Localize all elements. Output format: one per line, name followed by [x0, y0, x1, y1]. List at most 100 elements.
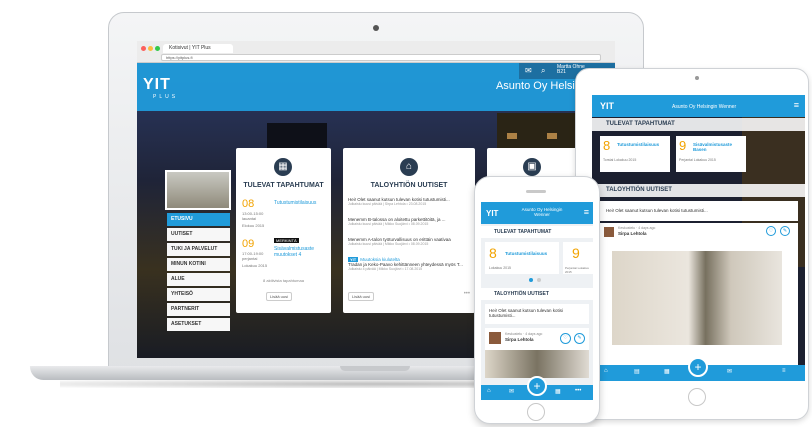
phone-event-card[interactable]: 8 Tutustumistilaisuus Lokakuu 2015 — [485, 242, 559, 274]
phone-title: Asunto Oy Helsingin Wenner — [521, 207, 563, 217]
menu-item-partnerit[interactable]: PARTNERIT — [167, 303, 230, 316]
nav-chat-icon[interactable]: ✉ — [509, 388, 514, 395]
event-title-link[interactable]: Sisävalmistusaste muutokset 4 — [274, 246, 329, 258]
add-news-button[interactable]: Lisää uusi — [348, 292, 375, 301]
news-title: TALOYHTIÖN UUTISET — [370, 182, 448, 189]
browser-tab[interactable]: Kotisivut | YIT Plus — [163, 44, 233, 53]
yit-logo[interactable]: YIT — [143, 76, 171, 94]
add-button[interactable]: + — [527, 376, 547, 396]
tablet-event-card[interactable]: 9 Sisävalmistusaste Basen Perjantai Loka… — [676, 136, 746, 172]
phone-news-item[interactable]: Hei! Olet saanut kutsun tulevan kotisi t… — [485, 304, 589, 324]
close-dot-icon[interactable] — [141, 46, 146, 51]
menu-item-uutiset[interactable]: UUTISET — [167, 228, 230, 241]
news-meta: Julkaistu kuusi päivää | Mikko Suojärvi … — [348, 242, 429, 246]
event-sub: Perjantai Lokakuu 2015 — [565, 266, 590, 274]
tablet-camera — [695, 76, 699, 80]
event-date: 09 — [242, 238, 255, 250]
tablet-screen: YIT Asunto Oy Helsingin Wenner ≡ TULEVAT… — [592, 95, 805, 381]
tablet-header: YIT Asunto Oy Helsingin Wenner ≡ — [592, 95, 805, 117]
event-label: Tutustumistilaisuus — [617, 142, 660, 147]
avatar — [604, 227, 614, 237]
menu-item-tuki[interactable]: TUKI JA PALVELUT — [167, 243, 230, 256]
pager-dot[interactable] — [537, 278, 541, 282]
nav-news-icon[interactable]: ▤ — [634, 368, 640, 375]
post-author: Sirpa Lehtola — [618, 231, 647, 236]
comment-icon[interactable]: ✎ — [574, 333, 585, 344]
menu-item-alue[interactable]: ALUE — [167, 273, 230, 286]
news-item[interactable]: Hei! Olet saanut kutsun tulevan kotisi t… — [348, 197, 468, 207]
phone-logo[interactable]: YIT — [486, 209, 498, 218]
news-card: ⌂ TALOYHTIÖN UUTISET Hei! Olet saanut ku… — [343, 148, 475, 313]
nav-events-icon[interactable]: ▦ — [664, 368, 670, 375]
event-number: 8 — [489, 245, 497, 261]
nav-home-icon[interactable]: ⌂ — [604, 368, 608, 374]
address-bar[interactable]: https://yitplus.fi — [161, 54, 601, 61]
calendar-icon: ▦ — [274, 158, 292, 176]
tablet-logo[interactable]: YIT — [600, 101, 614, 111]
event-title-link[interactable]: Tutustumistilaisuus — [274, 200, 329, 206]
phone-post: Keskustelu · 4 days ago Sirpa Lehtola ♡ … — [485, 328, 589, 378]
maximize-dot-icon[interactable] — [155, 46, 160, 51]
phone-news-section: TALOYHTIÖN UUTISET — [481, 288, 593, 300]
comment-icon[interactable]: ✎ — [780, 226, 790, 236]
news-item[interactable]: YIT Muutoksia kiulutelta Tradan ja Keko-P… — [348, 257, 468, 272]
nav-messages-icon[interactable]: ✉ — [727, 368, 732, 375]
tablet-title: Asunto Oy Helsingin Wenner — [672, 104, 737, 110]
more-icon[interactable]: ••• — [464, 291, 470, 297]
like-icon[interactable]: ♡ — [560, 333, 571, 344]
menu-item-minun-kotini[interactable]: MINUN KOTINI — [167, 258, 230, 271]
nav-home-icon[interactable]: ⌂ — [487, 388, 491, 394]
event-time: 13:00-15:00 lauantai — [242, 211, 264, 221]
hamburger-menu-icon[interactable]: ≡ — [584, 207, 589, 217]
phone-events-section: TULEVAT TAPAHTUMAT — [481, 226, 593, 238]
nav-events-icon[interactable]: ▦ — [555, 388, 561, 395]
tablet-event-card[interactable]: 8 Tutustumistilaisuus Torstai Lokakuu 20… — [600, 136, 670, 172]
nav-yitplus-icon[interactable]: ≡ — [782, 368, 786, 374]
event-date: 08 — [242, 198, 255, 210]
phone-event-card[interactable]: 9 Perjantai Lokakuu 2015 — [563, 242, 593, 274]
events-card: ▦ TULEVAT TAPAHTUMAT 08 13:00-15:00 laua… — [236, 148, 331, 313]
tablet-home-button[interactable] — [688, 388, 706, 406]
window-light — [507, 133, 517, 139]
menu-item-asetukset[interactable]: ASETUKSET — [167, 318, 230, 331]
nav-more-icon[interactable]: ••• — [575, 388, 581, 394]
laptop-notch — [340, 366, 410, 371]
pager-dot[interactable] — [529, 278, 533, 282]
minimize-dot-icon[interactable] — [148, 46, 153, 51]
events-footer: 8 aktiivista tapahtumaa — [263, 278, 304, 283]
news-meta: Julkaistu 4 päivää | Mikko Suojärvi • 17… — [348, 267, 423, 271]
post-meta: Keskustelu · 4 days ago — [505, 332, 543, 336]
logo-subtitle: PLUS — [153, 94, 179, 100]
post-photo[interactable] — [612, 251, 782, 345]
hamburger-menu-icon[interactable]: ≡ — [794, 100, 799, 110]
event-month: Elokuu 2015 — [242, 223, 265, 228]
event-sub: Perjantai Lokakuu 2015 — [679, 158, 716, 162]
add-button[interactable]: + — [688, 357, 708, 377]
search-icon[interactable]: ⌕ — [541, 66, 545, 76]
event-sub: Torstai Lokakuu 2015 — [603, 158, 637, 162]
event-sub: Lokakuu 2015 — [489, 266, 511, 270]
browser-chrome: Kotisivut | YIT Plus https://yitplus.fi — [137, 41, 615, 63]
menu-item-etusivu[interactable]: ETUSIVU — [167, 213, 230, 226]
phone-home-button[interactable] — [527, 403, 545, 421]
add-event-button[interactable]: Lisää uusi — [266, 292, 293, 301]
news-item[interactable]: Menemm A-talon työturvallisuus on erittä… — [348, 237, 468, 247]
phone-header: YIT Asunto Oy Helsingin Wenner ≡ — [481, 202, 593, 224]
news-item[interactable]: Menemm B-talossa on aloitettu parkettitö… — [348, 217, 468, 227]
phone-screen: YIT Asunto Oy Helsingin Wenner ≡ TULEVAT… — [481, 202, 593, 400]
post-photo[interactable] — [485, 350, 589, 378]
event-number: 8 — [603, 138, 611, 153]
side-menu: ETUSIVU UUTISET TUKI JA PALVELUT MINUN K… — [167, 213, 230, 333]
tablet-news-item[interactable]: Hei! Olet saanut kutsun tulevan kotisi t… — [598, 201, 798, 221]
event-month: Lokakuu 2015 — [242, 263, 268, 268]
menu-item-yhteiso[interactable]: YHTEISÖ — [167, 288, 230, 301]
event-badge: MERKINTÄ — [274, 238, 299, 243]
event-number: 9 — [679, 138, 687, 153]
events-title: TULEVAT TAPAHTUMAT — [243, 182, 324, 189]
like-icon[interactable]: ♡ — [766, 226, 776, 236]
chat-icon[interactable]: ✉ — [525, 66, 532, 75]
site-header: YIT PLUS Asunto Oy Helsingin We ✉ ⌕ Mart… — [137, 63, 615, 111]
event-label: Sisävalmistusaste Basen — [693, 142, 733, 152]
phone-speaker — [526, 190, 546, 193]
post-author: Sirpa Lehtola — [505, 337, 534, 342]
